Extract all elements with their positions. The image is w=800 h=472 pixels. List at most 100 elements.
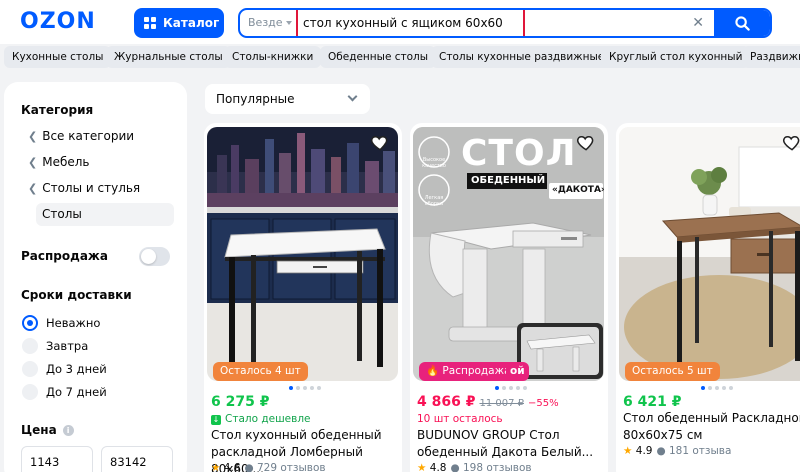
product-card[interactable]: СТОЛ ОБЕДЕННЫЙ «ДАКОТА» Высокое качество… (410, 123, 608, 472)
category-furniture[interactable]: ❮ Мебель (28, 155, 89, 169)
image-pager-dots[interactable] (289, 386, 321, 390)
rating-value: 4.9 (635, 445, 653, 457)
radio[interactable] (22, 338, 38, 354)
stock-badge: Осталось 4 шт (213, 362, 308, 381)
chevron-left-icon: ❮ (28, 130, 38, 143)
promo-quality-label: Высокое качество (422, 157, 446, 169)
star-icon: ★ (211, 462, 221, 472)
price-title-label: Цена (21, 423, 57, 437)
reviews-count[interactable]: ● 729 отзывов (244, 462, 325, 472)
reviews-count-label: 729 отзывов (256, 462, 326, 472)
search-button[interactable] (714, 10, 770, 36)
quick-filter-chips: Кухонные столы Журнальные столы Столы-кн… (0, 46, 800, 68)
product-rating: ★ 4.9 ● 181 отзыва (623, 445, 731, 457)
rating-value: 4.6 (223, 462, 241, 472)
promo-assembly-label: Легкая сборка (424, 195, 444, 207)
delivery-option-any[interactable]: Неважно (22, 314, 100, 332)
filters-sidebar: Категория ❮ Все категории ❮ Мебель ❮ Столы … (4, 82, 187, 472)
search-icon (734, 15, 750, 31)
sort-select[interactable]: Популярные (205, 84, 370, 114)
sort-label: Популярные (216, 92, 295, 106)
category-tables-active[interactable]: Столы (36, 203, 174, 226)
fire-icon: 🔥 (426, 365, 440, 377)
promo-model-name: «ДАКОТА» (552, 185, 604, 195)
product-price-row: 4 866 ₽11 007 ₽ −55% (417, 394, 559, 410)
radio-selected[interactable] (22, 315, 38, 331)
search-bar: Везде ✕ (238, 8, 772, 38)
product-title[interactable]: Стол обеденный Раскладной, 80х60х75 см (623, 410, 800, 444)
clear-search-icon[interactable]: ✕ (692, 15, 704, 31)
product-image[interactable]: Осталось 4 шт (207, 127, 398, 381)
product-price: 6 275 ₽ (211, 394, 270, 410)
promo-title: СТОЛ (461, 133, 577, 174)
delivery-option-label: Неважно (46, 316, 101, 330)
product-photo-wooden-table (619, 127, 800, 381)
delivery-option-7-days[interactable]: До 7 дней (22, 383, 107, 401)
search-scope-select[interactable]: Везде (248, 10, 292, 36)
chip-dining-tables[interactable]: Обеденные столы (320, 46, 437, 68)
catalog-button-label: Каталог (163, 16, 220, 30)
sale-filter-label: Распродажа (21, 249, 108, 263)
chip-extendable[interactable]: Раздвижн (742, 46, 800, 68)
sale-badge-label: Распродажа (442, 365, 511, 377)
category-tables-chairs-label: Столы и стулья (42, 181, 141, 195)
discount-badge: −55% (528, 398, 559, 409)
star-icon: ★ (623, 445, 633, 457)
product-rating: ★ 4.8 ● 198 отзывов (417, 462, 532, 472)
product-price: 4 866 ₽ (417, 394, 476, 410)
image-pager-dots[interactable] (495, 386, 527, 390)
stock-left-note: 10 шт осталось (417, 413, 503, 425)
delivery-title: Сроки доставки (21, 288, 132, 302)
reviews-count[interactable]: ● 198 отзывов (450, 462, 531, 472)
reviews-count-label: 181 отзыва (668, 445, 732, 457)
product-title[interactable]: BUDUNOV GROUP Стол обеденный Дакота Белы… (417, 427, 605, 461)
price-drop-note: ↓ Стало дешевле (211, 413, 311, 425)
delivery-option-3-days[interactable]: До 3 дней (22, 360, 107, 378)
chip-extendable-kitchen-tables[interactable]: Столы кухонные раздвижные (431, 46, 613, 68)
sale-badge-tail: ой (506, 362, 529, 381)
chip-round-kitchen-table[interactable]: Круглый стол кухонный (601, 46, 751, 68)
search-input[interactable] (296, 10, 525, 36)
delivery-option-label: До 3 дней (46, 362, 107, 376)
top-header: OZON Каталог Везде ✕ (0, 0, 800, 44)
star-icon: ★ (417, 462, 427, 472)
chip-book-tables[interactable]: Столы-книжки (224, 46, 322, 68)
product-card[interactable]: Осталось 5 шт 6 421 ₽ Стол обеденный Рас… (616, 123, 800, 472)
category-title: Категория (21, 103, 94, 117)
radio[interactable] (22, 361, 38, 377)
chevron-left-icon: ❮ (28, 182, 38, 195)
chip-kitchen-tables[interactable]: Кухонные столы (4, 46, 112, 68)
chevron-left-icon: ❮ (28, 156, 38, 169)
favorite-heart-icon[interactable] (370, 133, 390, 153)
sale-toggle[interactable] (139, 247, 170, 266)
delivery-option-label: Завтра (46, 339, 89, 353)
price-title: Цена i (21, 423, 74, 437)
category-all-label: Все категории (42, 129, 135, 143)
info-icon[interactable]: i (62, 425, 74, 436)
caret-down-icon (285, 21, 292, 25)
price-max-input[interactable]: 83142 (101, 446, 173, 472)
category-all[interactable]: ❮ Все категории (28, 129, 134, 143)
radio[interactable] (22, 384, 38, 400)
product-price: 6 421 ₽ (623, 394, 682, 410)
favorite-heart-icon[interactable] (576, 133, 596, 153)
category-tables-chairs[interactable]: ❮ Столы и стулья (28, 181, 140, 195)
delivery-option-label: До 7 дней (46, 385, 107, 399)
category-furniture-label: Мебель (42, 155, 90, 169)
chip-coffee-tables[interactable]: Журнальные столы (106, 46, 231, 68)
product-card[interactable]: Осталось 4 шт 6 275 ₽ ↓ Стало дешевле Сто… (204, 123, 402, 472)
catalog-button[interactable]: Каталог (134, 8, 224, 38)
delivery-option-tomorrow[interactable]: Завтра (22, 337, 88, 355)
sale-badge: 🔥 Распродажа (419, 362, 518, 381)
chevron-down-icon (347, 91, 358, 102)
product-image[interactable]: Осталось 5 шт (619, 127, 800, 381)
reviews-count[interactable]: ● 181 отзыва (656, 445, 731, 457)
product-image[interactable]: СТОЛ ОБЕДЕННЫЙ «ДАКОТА» Высокое качество… (413, 127, 604, 381)
favorite-heart-icon[interactable] (782, 133, 800, 153)
price-min-input[interactable]: 1143 (21, 446, 93, 472)
grid-icon (144, 17, 156, 29)
ozon-logo[interactable]: OZON (20, 9, 96, 34)
image-pager-dots[interactable] (701, 386, 733, 390)
product-photo-kitchen-table (207, 127, 398, 381)
rating-value: 4.8 (429, 462, 447, 472)
